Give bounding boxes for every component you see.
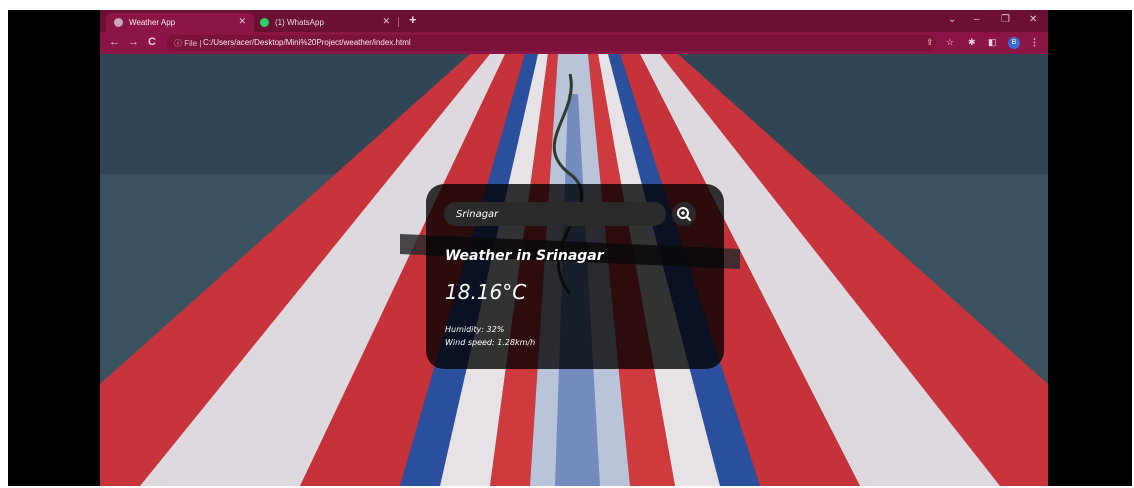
city-search-input[interactable] <box>444 202 666 226</box>
url-text[interactable]: C:/Users/acer/Desktop/Mini%20Project/wea… <box>203 38 411 47</box>
tab-title: (1) WhatsApp <box>275 18 324 27</box>
weather-card: Weather in Srinagar 18.16°C Humidity: 32… <box>426 184 724 369</box>
humidity-text: Humidity: 32% <box>445 325 505 334</box>
new-tab-button[interactable]: + <box>409 12 417 27</box>
search-button[interactable] <box>672 202 696 226</box>
close-tab-icon[interactable]: ✕ <box>238 16 246 27</box>
menu-icon[interactable]: ⋮ <box>1030 37 1039 48</box>
tab-whatsapp[interactable]: (1) WhatsApp ✕ <box>252 13 398 32</box>
page-viewport: Weather in Srinagar 18.16°C Humidity: 32… <box>100 54 1048 486</box>
restore-button[interactable]: ❐ <box>1001 14 1010 25</box>
forward-button[interactable]: → <box>128 36 139 48</box>
browser-window: Weather App ✕ (1) WhatsApp ✕ + ⌄ – ❐ ✕ ←… <box>100 10 1048 486</box>
whatsapp-icon <box>260 18 269 27</box>
toolbar: ← → C ⓘ File | C:/Users/acer/Desktop/Min… <box>100 32 1048 54</box>
share-icon[interactable]: ⇪ <box>926 37 934 48</box>
globe-icon <box>114 18 123 27</box>
tab-weather-app[interactable]: Weather App ✕ <box>106 13 254 32</box>
bookmark-star-icon[interactable]: ☆ <box>946 37 954 48</box>
city-heading: Weather in Srinagar <box>445 248 604 264</box>
search-icon <box>677 207 692 222</box>
reload-button[interactable]: C <box>148 36 156 48</box>
close-window-button[interactable]: ✕ <box>1029 14 1037 25</box>
tab-search-icon[interactable]: ⌄ <box>948 14 956 25</box>
tab-bar: Weather App ✕ (1) WhatsApp ✕ + ⌄ – ❐ ✕ <box>100 10 1048 32</box>
site-info-icon[interactable]: ⓘ File | <box>174 38 201 49</box>
side-panel-icon[interactable]: ◧ <box>988 37 997 48</box>
profile-avatar[interactable]: B <box>1008 37 1020 49</box>
back-button[interactable]: ← <box>109 36 120 48</box>
extensions-icon[interactable]: ✱ <box>968 37 976 48</box>
tab-separator <box>398 17 399 27</box>
wind-speed-text: Wind speed: 1.28km/h <box>445 338 536 347</box>
close-tab-icon[interactable]: ✕ <box>382 16 390 27</box>
temperature-value: 18.16°C <box>445 280 527 304</box>
tab-title: Weather App <box>129 18 176 27</box>
minimize-button[interactable]: – <box>974 14 980 25</box>
